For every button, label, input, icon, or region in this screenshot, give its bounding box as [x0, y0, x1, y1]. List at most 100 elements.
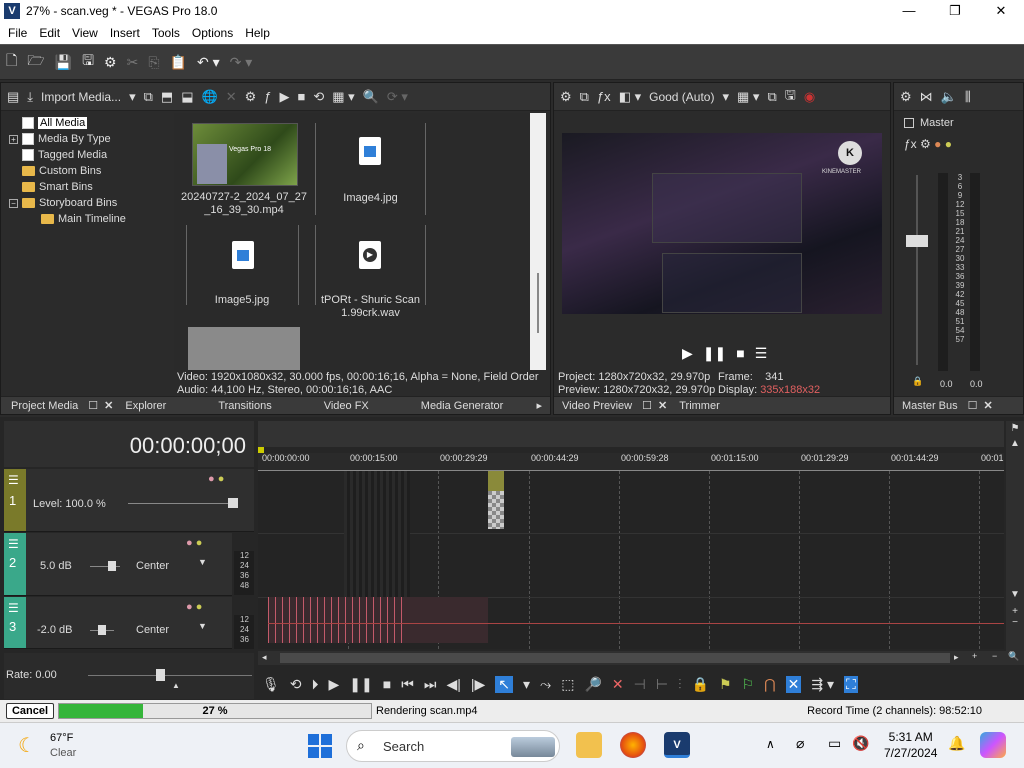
delete-event-icon[interactable]: ✕: [612, 676, 624, 693]
timeline-hscroll[interactable]: ◂ ▸ + − 🔍: [258, 651, 1024, 665]
mixer-icon[interactable]: ⫼: [965, 89, 971, 105]
menu-options[interactable]: Options: [186, 26, 239, 40]
overlays-icon[interactable]: ▦ ▾: [737, 89, 759, 105]
edit-tool-dropdown-icon[interactable]: ▾: [523, 676, 530, 693]
rate-slider-thumb[interactable]: [156, 669, 165, 681]
close-tab-icon[interactable]: ✕: [100, 399, 117, 412]
get-media-icon[interactable]: ⬒: [161, 89, 173, 105]
pan-dropdown-icon[interactable]: ▼: [198, 621, 207, 631]
expand-icon[interactable]: +: [9, 134, 18, 144]
zoom-tool-icon[interactable]: 🔍: [1008, 651, 1019, 662]
play-icon[interactable]: ▶: [329, 676, 340, 693]
video-thumbnail[interactable]: Vegas Pro 18: [192, 123, 298, 186]
envelope-tool-icon[interactable]: ⤳: [540, 676, 551, 693]
refresh-icon[interactable]: ⟳ ▾: [387, 89, 408, 105]
split-screen-icon[interactable]: ◧ ▾: [619, 89, 641, 105]
pan-dropdown-icon[interactable]: ▼: [198, 557, 207, 567]
selection-tool-icon[interactable]: ⬚: [561, 676, 574, 693]
tab-video-fx[interactable]: Video FX: [280, 400, 377, 412]
views-icon[interactable]: ▤: [7, 89, 19, 105]
zoom-in-icon[interactable]: +: [1006, 606, 1024, 617]
close-tab-icon[interactable]: ✕: [654, 399, 671, 412]
image-file-icon[interactable]: [359, 137, 381, 165]
stop-preview-icon[interactable]: ■: [297, 89, 305, 104]
tab-project-media[interactable]: Project Media: [1, 400, 86, 412]
video-fx-icon[interactable]: ƒx: [597, 89, 611, 104]
lock-envelopes-icon[interactable]: 🔒: [692, 676, 709, 693]
tree-item-main-timeline[interactable]: Main Timeline: [9, 211, 169, 227]
loop-icon[interactable]: ⟲: [290, 676, 302, 693]
capture-icon[interactable]: ⧉: [144, 89, 153, 105]
volume-icon[interactable]: 🔇: [852, 735, 869, 752]
redo-icon[interactable]: ↷ ▾: [230, 54, 253, 71]
delete-icon[interactable]: ✕: [226, 89, 237, 105]
scroll-up-icon[interactable]: ▲: [1006, 438, 1024, 449]
trim-start-icon[interactable]: ⊣: [634, 676, 646, 693]
tree-item-tagged-media[interactable]: Tagged Media: [9, 147, 169, 163]
speaker-icon[interactable]: 🔈: [941, 89, 957, 105]
record-icon[interactable]: ◉: [804, 89, 815, 105]
save-icon[interactable]: 💾: [55, 54, 72, 71]
pause-icon[interactable]: ❚❚: [349, 676, 372, 693]
collapse-icon[interactable]: −: [9, 198, 18, 208]
scroll-left-icon[interactable]: ◂: [262, 652, 267, 663]
volume-slider-thumb[interactable]: [98, 625, 106, 635]
tab-master-bus[interactable]: Master Bus: [894, 400, 966, 412]
menu-tools[interactable]: Tools: [146, 26, 186, 40]
properties-icon[interactable]: ⚙: [245, 89, 257, 105]
record-icon[interactable]: 🎙: [262, 676, 280, 693]
master-properties-icon[interactable]: ⚙: [900, 89, 912, 105]
level-slider-thumb[interactable]: [228, 498, 238, 508]
auto-preview-icon[interactable]: ⟲: [313, 89, 324, 105]
audio-event[interactable]: [268, 597, 1004, 643]
go-to-start-icon[interactable]: ⏮: [401, 676, 414, 693]
zoom-tool-icon[interactable]: 🔎: [584, 676, 601, 693]
mute-icon[interactable]: ● ●: [186, 601, 202, 613]
tab-explorer[interactable]: Explorer: [117, 400, 174, 412]
cut-icon[interactable]: ✂: [127, 54, 139, 71]
menu-insert[interactable]: Insert: [104, 26, 146, 40]
zoom-out-h-icon[interactable]: −: [992, 651, 997, 661]
show-hidden-icons[interactable]: ∧: [766, 737, 775, 751]
normal-edit-tool-icon[interactable]: ↖: [495, 675, 513, 693]
copy-icon[interactable]: ⎘: [148, 54, 159, 71]
blank-thumbnail[interactable]: [188, 327, 300, 370]
preview-properties-icon[interactable]: ⚙: [560, 89, 572, 105]
snapping-icon[interactable]: ⋂: [764, 676, 775, 693]
lock-icon[interactable]: ⛶: [843, 675, 858, 693]
weather-widget[interactable]: 67°F Clear: [50, 731, 76, 761]
save-snapshot-icon[interactable]: 🖫: [785, 86, 796, 108]
zoom-icon[interactable]: 🔍: [363, 89, 379, 105]
image-file-icon[interactable]: [232, 241, 254, 269]
close-button[interactable]: ✕: [978, 0, 1024, 22]
prev-frame-icon[interactable]: ◀|: [446, 676, 460, 693]
undock-icon[interactable]: ☐: [86, 399, 100, 412]
close-tab-icon[interactable]: ✕: [980, 399, 997, 412]
remove-unused-icon[interactable]: ⬓: [181, 89, 193, 105]
timeline-ruler[interactable]: 00:00:00:00 00:00:15:00 00:00:29:29 00:0…: [258, 453, 1004, 471]
media-scrollbar[interactable]: [530, 113, 546, 370]
preview-menu-icon[interactable]: ☰: [755, 345, 768, 362]
windows-start-icon[interactable]: [308, 734, 332, 758]
master-fx-icon[interactable]: ƒx ⚙ ● ●: [904, 137, 952, 151]
tree-item-storyboard-bins[interactable]: − Storyboard Bins: [9, 195, 169, 211]
clock[interactable]: 5:31 AM 7/27/2024: [884, 729, 937, 761]
hscroll-thumb[interactable]: [280, 653, 950, 663]
auto-crossfade-icon[interactable]: ✕: [785, 675, 802, 693]
new-file-icon[interactable]: 🗋: [6, 50, 17, 74]
preview-stop-icon[interactable]: ■: [736, 345, 744, 362]
paste-icon[interactable]: 📋: [170, 54, 187, 71]
network-icon[interactable]: ⌀: [796, 735, 804, 752]
timeline-canvas[interactable]: [258, 471, 1004, 649]
minimize-button[interactable]: —: [886, 0, 932, 22]
preview-quality-select[interactable]: Good (Auto): [649, 90, 714, 104]
import-media-icon[interactable]: ⤓: [27, 89, 33, 105]
insert-region-icon[interactable]: ⚐: [742, 676, 755, 693]
split-icon[interactable]: ⫶: [678, 676, 682, 693]
cancel-render-button[interactable]: Cancel: [6, 703, 54, 719]
undo-icon[interactable]: ↶ ▾: [197, 54, 220, 71]
stop-icon[interactable]: ■: [383, 676, 391, 692]
taskbar-search-box[interactable]: ⌕ Search: [346, 730, 560, 762]
tab-scroll-right-icon[interactable]: ▸: [528, 399, 550, 412]
play-from-start-icon[interactable]: ⏵: [312, 676, 319, 693]
